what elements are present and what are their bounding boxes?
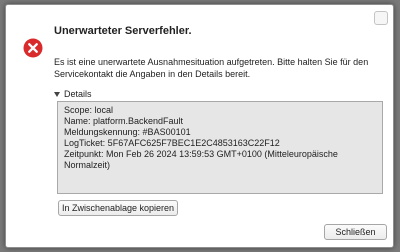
error-icon (23, 38, 43, 58)
dialog-title: Unerwarteter Serverfehler. (54, 25, 192, 37)
details-line: Zeitpunkt: Mon Feb 26 2024 13:59:53 GMT+… (64, 149, 338, 159)
details-line: Scope: local (64, 105, 114, 115)
error-dialog: Unerwarteter Serverfehler. Es ist eine u… (5, 4, 394, 248)
copy-to-clipboard-button[interactable]: In Zwischenablage kopieren (58, 200, 178, 216)
triangle-down-icon (54, 92, 60, 97)
details-line: Name: platform.BackendFault (64, 116, 184, 126)
details-line: Meldungskennung: #BAS00101 (64, 127, 191, 137)
details-box: Scope: local Name: platform.BackendFault… (57, 101, 383, 194)
close-button[interactable]: Schließen (324, 224, 387, 240)
dialog-message: Es ist eine unerwartete Ausnahmesituatio… (54, 57, 369, 79)
details-line: Normalzeit) (64, 160, 111, 170)
dialog-close-box[interactable] (374, 11, 388, 25)
details-line: LogTicket: 5F67AFC625F7BEC1E2C4853163C22… (64, 138, 280, 148)
details-toggle[interactable]: Details (54, 89, 92, 99)
details-label: Details (64, 89, 92, 99)
